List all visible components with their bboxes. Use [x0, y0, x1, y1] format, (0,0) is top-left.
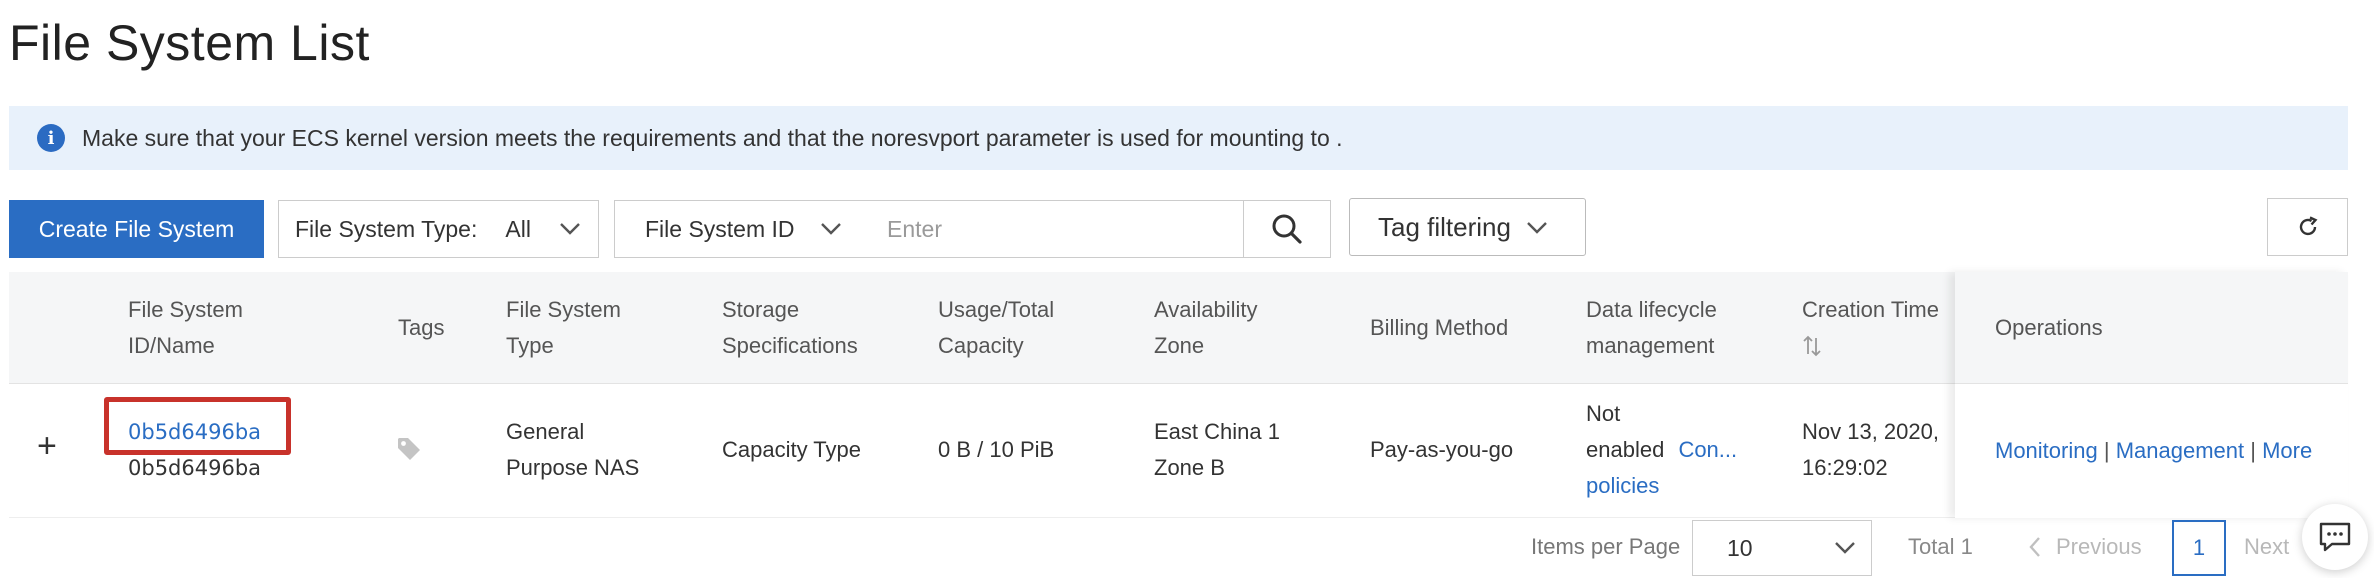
- toolbar: Create File System File System Type: All…: [0, 198, 2374, 258]
- file-system-type-select[interactable]: File System Type: All: [278, 200, 599, 258]
- items-per-page-label: Items per Page: [1531, 534, 1681, 559]
- info-notice: i Make sure that your ECS kernel version…: [9, 106, 2348, 170]
- storage-spec-cell: Capacity Type: [722, 437, 862, 462]
- highlight-annotation: [104, 397, 291, 455]
- create-file-system-button[interactable]: Create File System: [9, 200, 264, 258]
- billing-method-cell: Pay-as-you-go: [1370, 437, 1514, 462]
- file-system-table: File System ID/Name Tags File System Typ…: [9, 272, 2348, 518]
- column-header-creation-time[interactable]: Creation Time: [1802, 292, 1939, 369]
- tag-icon: [398, 438, 420, 460]
- search-button[interactable]: [1243, 200, 1331, 258]
- management-link[interactable]: Management: [2116, 438, 2244, 463]
- expand-row-button[interactable]: +: [37, 428, 57, 464]
- column-header-lifecycle: Data lifecycle management: [1586, 297, 1717, 358]
- search-field-value: File System ID: [645, 215, 795, 242]
- total-count: Total 1: [1908, 534, 1973, 559]
- column-header-type: File System Type: [506, 297, 621, 358]
- edit-tags-button[interactable]: [396, 436, 422, 473]
- file-system-name: 0b5d6496ba: [128, 456, 262, 480]
- file-system-type-cell: General Purpose NAS: [506, 419, 640, 480]
- search-input[interactable]: [859, 200, 1244, 258]
- file-system-type-label: File System Type:: [295, 215, 478, 242]
- page-title: File System List: [9, 15, 370, 71]
- separator: |: [2103, 438, 2110, 463]
- file-system-type-value: All: [505, 215, 531, 242]
- previous-page-button[interactable]: Previous: [2028, 534, 2142, 560]
- chevron-down-icon: [821, 223, 841, 235]
- chevron-down-icon: [560, 223, 580, 235]
- column-header-storage: Storage Specifications: [722, 297, 858, 358]
- tag-filter-dropdown[interactable]: Tag filtering: [1349, 198, 1586, 256]
- separator: |: [2250, 438, 2256, 463]
- sort-icon[interactable]: [1802, 334, 1822, 358]
- lifecycle-cell: Not enabled Con... policies: [1586, 396, 1737, 504]
- usage-capacity-cell: 0 B / 10 PiB: [938, 437, 1055, 462]
- availability-zone-cell: East China 1 Zone B: [1154, 419, 1280, 480]
- tag-filter-label: Tag filtering: [1378, 211, 1511, 242]
- column-header-operations-cell: Operations: [1955, 272, 2348, 384]
- more-link[interactable]: More: [2262, 438, 2312, 463]
- column-header-tags: Tags: [398, 315, 445, 340]
- monitoring-link[interactable]: Monitoring: [1995, 438, 2098, 463]
- search-icon: [1272, 214, 1302, 244]
- chevron-left-icon: [2029, 537, 2040, 557]
- chat-support-button[interactable]: [2302, 504, 2368, 570]
- column-header-zone: Availability Zone: [1154, 297, 1258, 358]
- chat-icon: [2319, 522, 2351, 552]
- operations-column: Operations Monitoring | Management | Mor…: [1955, 272, 2348, 518]
- column-header-id-name: File System ID/Name: [128, 297, 243, 358]
- column-header-billing: Billing Method: [1370, 315, 1509, 340]
- chevron-down-icon: [1527, 222, 1547, 234]
- creation-time-cell: Nov 13, 2020, 16:29:02: [1802, 419, 1939, 480]
- page-size-value: 10: [1727, 534, 1753, 561]
- notice-text: Make sure that your ECS kernel version m…: [82, 124, 1343, 151]
- refresh-button[interactable]: [2267, 198, 2348, 256]
- refresh-icon: [2299, 216, 2317, 236]
- page-size-select[interactable]: 10: [1692, 520, 1872, 576]
- policies-link[interactable]: policies: [1586, 468, 1737, 504]
- chevron-down-icon: [1835, 542, 1855, 554]
- operations-cell: Monitoring | Management | More: [1955, 384, 2348, 518]
- configure-policies-link[interactable]: Con...: [1678, 437, 1737, 462]
- search-field-select[interactable]: File System ID: [614, 200, 860, 258]
- info-icon: i: [37, 124, 65, 152]
- column-header-operations: Operations: [1995, 315, 2103, 340]
- page-1-button[interactable]: 1: [2172, 520, 2226, 576]
- column-header-usage: Usage/Total Capacity: [938, 297, 1055, 358]
- next-page-button[interactable]: Next: [2244, 534, 2289, 560]
- pagination: Items per Page 10 Total 1 Previous 1 Nex…: [0, 520, 2374, 576]
